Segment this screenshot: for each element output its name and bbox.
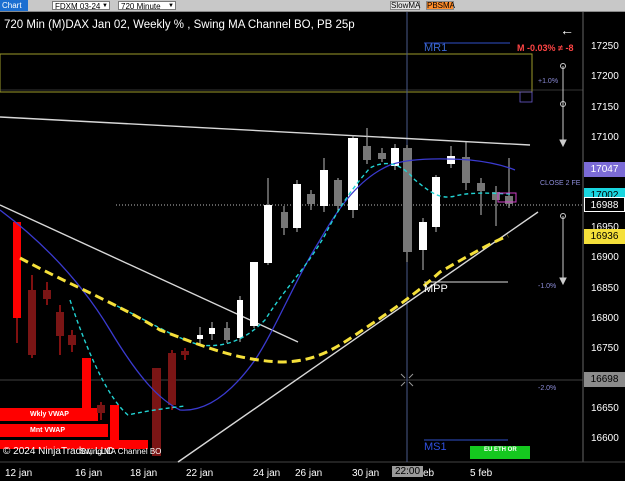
y-tick: 17150 (591, 102, 619, 113)
close2-label: CLOSE 2 FE (540, 180, 581, 187)
x-tick: 22 jan (186, 468, 214, 479)
price-label-low: 16698 (584, 372, 625, 387)
x-tick: 26 jan (295, 468, 323, 479)
wkly-vwap-label: Wkly VWAP (30, 411, 69, 418)
x-tick: 16 jan (75, 468, 103, 479)
ms1-label: MS1 (424, 441, 447, 453)
x-tick: 12 jan (5, 468, 33, 479)
price-label-slow-ma: 17047 (584, 162, 625, 177)
top-right-stat: M -0.03% ≠ -8 (517, 43, 574, 53)
eu-eth-or-label: EU ETH OR (484, 447, 517, 453)
price-label-last: 16988 (584, 197, 625, 212)
mnt-vwap-label: Mnt VWAP (30, 427, 65, 434)
y-tick: 16600 (591, 433, 619, 444)
y-tick: 16800 (591, 313, 619, 324)
copyright-footer: © 2024 NinjaTrader, LLC (3, 446, 114, 457)
minus2-label: -2.0% (538, 385, 557, 392)
price-label-yellow-ma: 16936 (584, 229, 625, 244)
plus1-label: +1.0% (538, 78, 559, 85)
price-chart[interactable] (0, 0, 625, 481)
range-arrow-icon (559, 63, 567, 286)
y-tick: 17100 (591, 132, 619, 143)
y-tick: 17250 (591, 41, 619, 52)
y-tick: 17200 (591, 71, 619, 82)
y-tick: 16850 (591, 283, 619, 294)
x-tick: 30 jan (352, 468, 380, 479)
y-tick: 16750 (591, 343, 619, 354)
x-tick: 5 feb (470, 468, 493, 479)
x-tick: 24 jan (253, 468, 281, 479)
y-tick: 16900 (591, 252, 619, 263)
crosshair-time-label: 22:00 (392, 466, 424, 477)
x-tick: 18 jan (130, 468, 158, 479)
x-tick-feb: eb (423, 468, 435, 479)
mr1-label: MR1 (424, 42, 448, 54)
mpp-label: MPP (424, 283, 448, 295)
marker-box (519, 91, 533, 103)
upper-trendline (0, 116, 531, 146)
range-box (0, 53, 533, 93)
y-tick: 16650 (591, 403, 619, 414)
rising-trendline (177, 211, 539, 463)
minus1-label: -1.0% (538, 283, 557, 290)
